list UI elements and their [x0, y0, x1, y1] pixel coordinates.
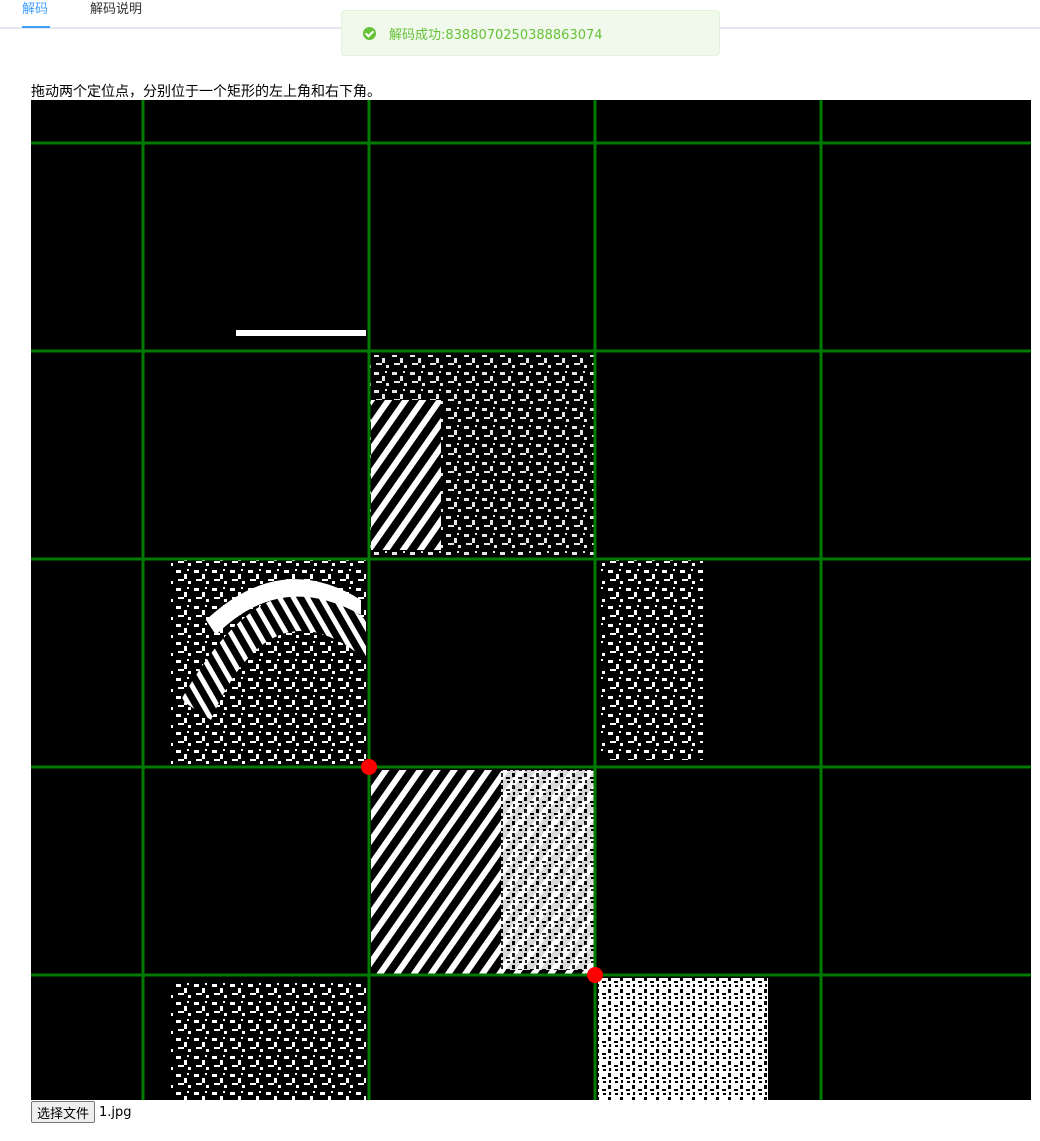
binarized-image	[31, 100, 1031, 1100]
texture-region	[598, 978, 768, 1100]
success-message-text: 解码成功:8388070250388863074	[389, 27, 603, 43]
active-tab-indicator	[22, 26, 50, 28]
top-left-handle[interactable]	[361, 759, 377, 775]
texture-region	[501, 770, 596, 970]
texture-region	[371, 400, 441, 550]
success-message: 解码成功:8388070250388863074	[341, 10, 720, 56]
bottom-right-handle[interactable]	[587, 967, 603, 983]
decoder-page: 解码 解码说明 解码成功:8388070250388863074 拖动两个定位点…	[0, 0, 1040, 1141]
texture-region	[601, 560, 703, 760]
file-input: 选择文件 1.jpg	[31, 1101, 132, 1123]
choose-file-button[interactable]: 选择文件	[31, 1101, 96, 1123]
texture-region	[171, 980, 366, 1100]
tab-decode[interactable]: 解码	[22, 0, 48, 29]
tab-decode-help[interactable]: 解码说明	[90, 0, 142, 29]
texture-region	[236, 330, 366, 336]
check-circle-icon	[363, 26, 376, 40]
instruction-text: 拖动两个定位点，分别位于一个矩形的左上角和右下角。	[31, 84, 381, 100]
image-canvas[interactable]	[31, 100, 1031, 1100]
selected-file-name: 1.jpg	[99, 1104, 132, 1120]
